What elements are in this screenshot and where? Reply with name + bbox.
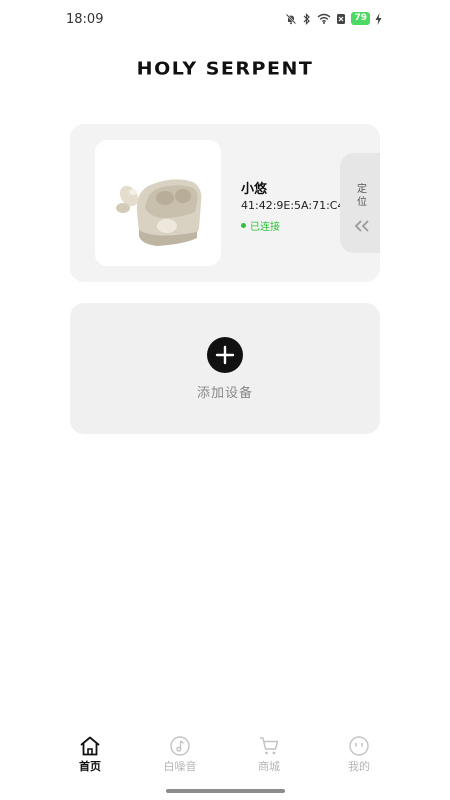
locate-label: 定位 (357, 184, 367, 208)
nav-item-shop[interactable]: 商城 (229, 736, 309, 774)
mute-bell-icon (286, 13, 297, 24)
battery-icon: 79 (351, 12, 370, 25)
nav-label-shop: 商城 (258, 760, 280, 773)
device-name: 小悠 (241, 182, 268, 197)
nav-item-home[interactable]: 首页 (50, 736, 130, 774)
cart-icon (260, 737, 279, 755)
bottom-nav: 首页 白噪音 商城 我的 (0, 736, 450, 786)
status-bar: 18:09 79 (0, 0, 450, 40)
nav-label-white-noise: 白噪音 (163, 760, 197, 773)
bluetooth-icon (304, 12, 311, 25)
double-chevron-left-icon (354, 220, 369, 232)
plus-icon (215, 345, 235, 365)
home-icon (80, 736, 100, 756)
sim-icon (337, 13, 346, 24)
device-mac-address: 41:42:9E:5A:71:C4 (241, 199, 345, 212)
status-dot-icon (241, 223, 246, 228)
music-note-icon (170, 736, 190, 756)
nav-label-home: 首页 (79, 760, 101, 773)
nav-item-white-noise[interactable]: 白噪音 (140, 736, 220, 774)
device-image (95, 140, 221, 266)
device-card[interactable]: 小悠 41:42:9E:5A:71:C4 已连接 定位 (70, 124, 380, 282)
connection-status-label: 已连接 (250, 222, 280, 233)
connection-status: 已连接 (241, 218, 280, 233)
earbuds-case-image (116, 179, 202, 246)
charging-icon (375, 12, 382, 25)
nav-item-profile[interactable]: 我的 (319, 736, 399, 774)
status-time: 18:09 (66, 12, 104, 27)
add-device-label: 添加设备 (196, 386, 253, 401)
add-device-button[interactable] (207, 337, 243, 373)
locate-button[interactable]: 定位 (340, 153, 380, 253)
add-device-card[interactable]: 添加设备 (70, 303, 380, 434)
status-icons: 79 (285, 12, 382, 25)
home-indicator[interactable] (166, 789, 285, 793)
wifi-icon (318, 13, 331, 24)
brand-title: HOLY SERPENT (136, 58, 314, 80)
profile-face-icon (349, 736, 369, 756)
nav-label-profile: 我的 (348, 760, 370, 773)
